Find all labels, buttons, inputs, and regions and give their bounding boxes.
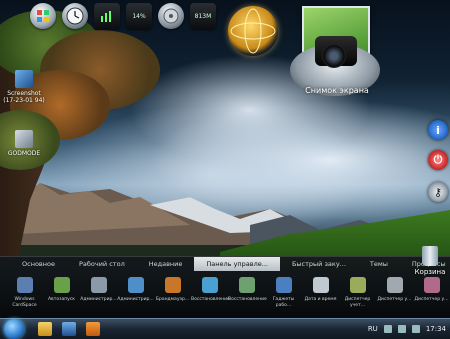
dock-item-label: Диспетчер учет... <box>344 297 371 308</box>
clock[interactable]: 17:34 <box>426 325 446 333</box>
credential-manager-icon <box>349 277 366 293</box>
screenshot-gadget-label: Снимок экрана <box>305 86 369 95</box>
desktop-icon-godmode[interactable]: GODMODE <box>2 130 46 157</box>
info-icon[interactable]: i <box>428 120 448 140</box>
memory-meter[interactable]: 813M <box>190 3 216 29</box>
dock-item-label: Диспетчер у... <box>414 297 449 302</box>
folder-icon <box>15 130 33 148</box>
device-manager-icon <box>386 277 403 293</box>
desktop-icon-recycle-bin[interactable]: Корзина <box>412 246 448 276</box>
gadgets-icon <box>275 277 292 293</box>
tab-themes[interactable]: Темы <box>358 257 400 271</box>
explorer-icon[interactable] <box>38 322 52 336</box>
tab-recent[interactable]: Недавние <box>137 257 195 271</box>
dock-item[interactable]: Диспетчер у... <box>413 277 450 309</box>
dock-item[interactable]: Дата и время <box>302 277 339 309</box>
flag-icon[interactable] <box>411 325 420 333</box>
windows-logo-icon[interactable] <box>30 3 56 29</box>
cpu-meter-icon[interactable] <box>94 3 120 29</box>
firewall-icon <box>164 277 181 293</box>
dock-item[interactable]: Windows CardSpace <box>6 277 43 309</box>
dock-item-label: Windows CardSpace <box>12 297 37 308</box>
dock-item[interactable]: Гаджеты рабо... <box>265 277 302 309</box>
tab-quick-launch[interactable]: Быстрый заку... <box>280 257 358 271</box>
dock-item[interactable]: Брандмауэр... <box>154 277 191 309</box>
dock-item[interactable]: Диспетчер у... <box>376 277 413 309</box>
dock-item-label: Гаджеты рабо... <box>272 297 295 308</box>
device-manager-icon <box>423 277 440 293</box>
admin-tools-icon <box>127 277 144 293</box>
taskbar: RU 17:34 <box>0 318 450 339</box>
restore-icon <box>238 277 255 293</box>
dock-item-label: Администрир... <box>80 297 117 302</box>
desktop-wallpaper: 14% 813M Снимок экрана Screenshot (17-23… <box>0 0 450 318</box>
top-gadget-bar: 14% 813M <box>30 3 216 29</box>
key-icon[interactable]: ⚷ <box>428 182 448 202</box>
dock-item-label: Автозапуск <box>47 297 76 302</box>
globe-gadget-icon[interactable] <box>228 6 278 56</box>
desktop-icon-label: GODMODE <box>7 150 41 157</box>
admin-tools-icon <box>90 277 107 293</box>
power-icon[interactable]: ⏻ <box>428 150 448 170</box>
dock-item[interactable]: Восстановление <box>191 277 230 309</box>
dock-item-label: Администрир... <box>117 297 154 302</box>
clock-icon[interactable] <box>62 3 88 29</box>
camera-lens-icon <box>322 44 346 68</box>
dock-item-label: Восстановление <box>191 297 230 302</box>
recycle-bin-label: Корзина <box>414 268 446 276</box>
volume-icon[interactable] <box>397 325 406 333</box>
dock-tab-bar: Основное Рабочий стол Недавние Панель уп… <box>0 257 450 271</box>
dock-item-label: Брандмауэр... <box>155 297 190 302</box>
tab-desktop[interactable]: Рабочий стол <box>67 257 137 271</box>
dock-items: Windows CardSpace Автозапуск Администрир… <box>0 271 450 309</box>
dock-item-label: Диспетчер у... <box>377 297 412 302</box>
desktop-icon-label: Screenshot (17-23-01 94) <box>3 90 45 104</box>
cardspace-icon <box>16 277 33 293</box>
desktop-icon-screenshot[interactable]: Screenshot (17-23-01 94) <box>2 70 46 104</box>
language-indicator[interactable]: RU <box>368 325 378 333</box>
dock-item-label: Дата и время <box>304 297 337 302</box>
dock-item[interactable]: Автозапуск <box>43 277 80 309</box>
dock-item[interactable]: Администрир... <box>80 277 117 309</box>
dock-panel: Основное Рабочий стол Недавние Панель уп… <box>0 256 450 318</box>
recycle-bin-icon <box>422 246 438 266</box>
dock-item[interactable]: Диспетчер учет... <box>339 277 376 309</box>
image-file-icon <box>15 70 33 88</box>
dock-item[interactable]: Восстановление <box>228 277 267 309</box>
dock-item[interactable]: Администрир... <box>117 277 154 309</box>
dock-item-label: Восстановление <box>228 297 267 302</box>
cpu-usage-meter[interactable]: 14% <box>126 3 152 29</box>
start-button[interactable] <box>4 319 24 339</box>
network-icon[interactable] <box>383 325 392 333</box>
tab-control-panel[interactable]: Панель управле... <box>194 257 280 271</box>
screenshot-gadget[interactable]: Снимок экрана <box>290 6 380 102</box>
disk-icon[interactable] <box>158 3 184 29</box>
tab-main[interactable]: Основное <box>10 257 67 271</box>
media-player-icon[interactable] <box>86 322 100 336</box>
system-tray: RU 17:34 <box>368 319 446 339</box>
date-time-icon <box>312 277 329 293</box>
restore-icon <box>201 277 218 293</box>
internet-explorer-icon[interactable] <box>62 322 76 336</box>
autoplay-icon <box>53 277 70 293</box>
